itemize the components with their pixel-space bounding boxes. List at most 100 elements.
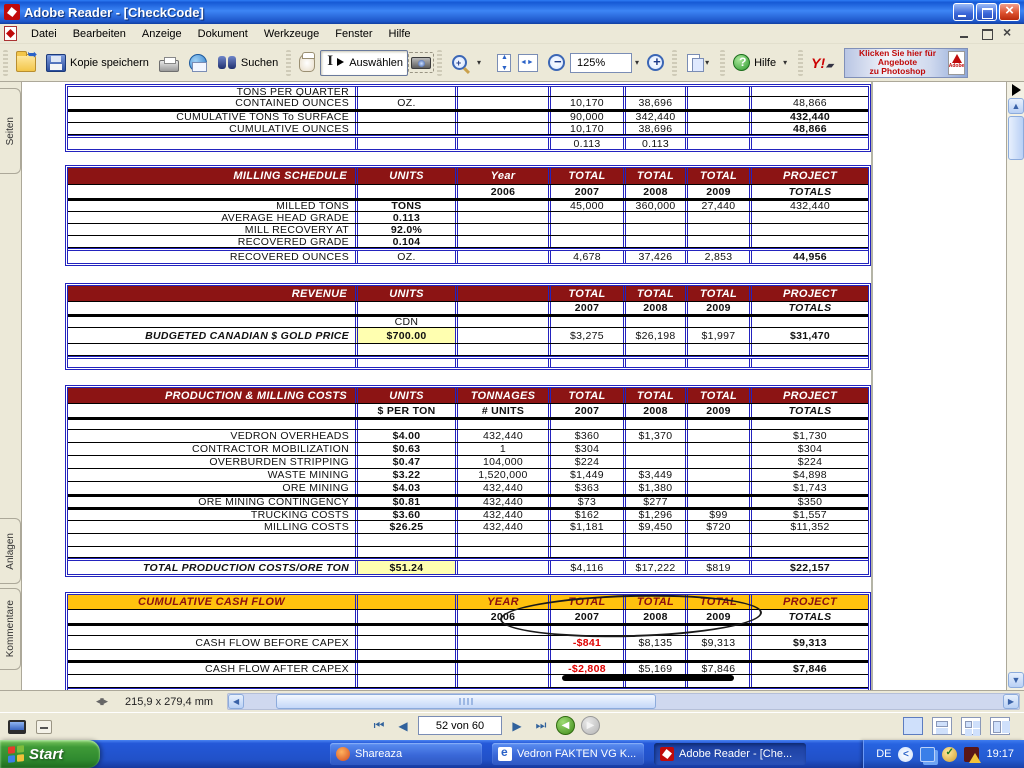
search-button[interactable]: Suchen bbox=[212, 50, 283, 76]
toolbar-grip[interactable] bbox=[672, 50, 677, 76]
production-costs-table-cell bbox=[455, 547, 548, 557]
toolbar-grip[interactable] bbox=[798, 50, 803, 76]
zoom-tool-button[interactable]: + ▾ bbox=[445, 50, 489, 76]
menu-werkzeuge[interactable]: Werkzeuge bbox=[256, 26, 327, 42]
horizontal-scroll-thumb[interactable] bbox=[276, 694, 656, 709]
zoom-dropdown-arrow[interactable]: ▾ bbox=[632, 58, 642, 67]
production-costs-table-cell: $720 bbox=[685, 521, 749, 533]
quarter-summary-table-cell bbox=[623, 87, 685, 96]
restore-button[interactable] bbox=[976, 3, 997, 21]
email-button[interactable] bbox=[184, 50, 212, 76]
yahoo-search-button[interactable]: Y! bbox=[806, 51, 838, 75]
milling-schedule-table-cell: MILL RECOVERY AT bbox=[68, 224, 355, 235]
first-page-button[interactable]: ⏮ bbox=[370, 717, 388, 735]
zoom-level-value: 125% bbox=[577, 57, 605, 69]
warning-tray-icon[interactable] bbox=[964, 747, 979, 762]
start-button[interactable]: Start bbox=[0, 740, 100, 768]
vertical-scrollbar[interactable]: ▲ ▼ bbox=[1006, 82, 1024, 690]
previous-page-button[interactable]: ◀ bbox=[394, 717, 412, 735]
page-display-button[interactable]: ▾ bbox=[680, 50, 717, 76]
continuous-facing-layout-button[interactable] bbox=[990, 717, 1010, 735]
menu-anzeige[interactable]: Anzeige bbox=[134, 26, 190, 42]
scroll-left-button[interactable]: ◀ bbox=[228, 694, 244, 709]
tray-expand-icon[interactable]: < bbox=[898, 747, 913, 762]
cumulative-cashflow-table-cell: -$2,808 bbox=[548, 663, 623, 674]
menu-datei[interactable]: Datei bbox=[23, 26, 65, 42]
pane-splitter-icon[interactable]: ◂▮▸ bbox=[96, 696, 107, 707]
single-page-layout-button[interactable] bbox=[903, 717, 923, 735]
close-button[interactable] bbox=[999, 3, 1020, 21]
taskbar-item-adobe-reader[interactable]: Adobe Reader - [Che... bbox=[654, 743, 806, 765]
page-number-input[interactable]: 52 von 60 bbox=[418, 716, 502, 735]
previous-view-button[interactable]: ◀ bbox=[556, 716, 575, 735]
toolbar-grip[interactable] bbox=[437, 50, 442, 76]
certificate-tray-icon[interactable] bbox=[942, 747, 957, 762]
scroll-up-button[interactable]: ▲ bbox=[1008, 98, 1024, 114]
menu-dokument[interactable]: Dokument bbox=[190, 26, 256, 42]
quarter-summary-table-cell bbox=[355, 138, 455, 149]
cumulative-cashflow-table-cell bbox=[68, 610, 355, 623]
open-button[interactable] bbox=[11, 50, 41, 76]
language-indicator[interactable]: DE bbox=[876, 748, 891, 760]
scroll-down-button[interactable]: ▼ bbox=[1008, 672, 1024, 688]
menu-bearbeiten[interactable]: Bearbeiten bbox=[65, 26, 134, 42]
photoshop-ad-banner[interactable]: Klicken Sie hier für Angebote zu Photosh… bbox=[844, 48, 968, 78]
menu-hilfe[interactable]: Hilfe bbox=[381, 26, 419, 42]
tab-kommentare[interactable]: Kommentare bbox=[0, 588, 21, 670]
milling-schedule-table-cell: 2007 bbox=[548, 185, 623, 198]
doc-minimize-button[interactable] bbox=[958, 27, 972, 40]
doc-restore-button[interactable] bbox=[980, 27, 994, 40]
horizontal-scrollbar[interactable]: ◀ ▶ bbox=[227, 693, 1020, 710]
continuous-layout-button[interactable] bbox=[932, 717, 952, 735]
fullscreen-icon[interactable] bbox=[8, 720, 26, 734]
doc-close-button[interactable] bbox=[1002, 27, 1016, 40]
vertical-scroll-thumb[interactable] bbox=[1008, 116, 1024, 160]
start-label: Start bbox=[29, 746, 63, 763]
menu-fenster[interactable]: Fenster bbox=[327, 26, 380, 42]
quarter-summary-table-cell bbox=[355, 123, 455, 134]
zoom-in-button[interactable] bbox=[642, 50, 669, 75]
tab-seiten[interactable]: Seiten bbox=[0, 88, 21, 174]
toolbar-grip[interactable] bbox=[3, 50, 8, 76]
print-button[interactable] bbox=[154, 53, 184, 73]
next-page-button[interactable]: ▶ bbox=[508, 717, 526, 735]
save-copy-button[interactable]: Kopie speichern bbox=[41, 50, 154, 76]
quarter-summary-table-cell: 38,696 bbox=[623, 123, 685, 134]
taskbar-item-shareaza[interactable]: Shareaza bbox=[330, 743, 482, 765]
tab-anlagen[interactable]: Anlagen bbox=[0, 518, 21, 584]
menu-bar: Datei Bearbeiten Anzeige Dokument Werkze… bbox=[0, 24, 1024, 44]
production-costs-table-cell: OVERBURDEN STRIPPING bbox=[68, 456, 355, 468]
taskbar-item-vedron[interactable]: Vedron FAKTEN VG K... bbox=[492, 743, 644, 765]
minimize-button[interactable] bbox=[953, 3, 974, 21]
help-button[interactable]: Hilfe ▾ bbox=[728, 50, 795, 75]
zoom-out-button[interactable] bbox=[543, 50, 570, 75]
network-tray-icon[interactable] bbox=[920, 747, 935, 762]
quarter-summary-table-cell: CUMULATIVE TONS To SURFACE bbox=[68, 112, 355, 122]
snapshot-button[interactable] bbox=[408, 52, 434, 73]
toolbar-grip[interactable] bbox=[286, 50, 291, 76]
task-label: Shareaza bbox=[355, 748, 402, 760]
next-view-button[interactable]: ▶ bbox=[581, 716, 600, 735]
toolbar-overflow-arrow-icon[interactable] bbox=[1012, 84, 1021, 96]
milling-schedule-table-cell bbox=[548, 224, 623, 235]
last-page-button[interactable]: ⏭ bbox=[532, 717, 550, 735]
quarter-summary-table-cell: TONS PER QUARTER bbox=[68, 87, 355, 96]
binoculars-icon bbox=[217, 54, 237, 72]
production-costs-table-cell bbox=[685, 469, 749, 481]
hand-tool-button[interactable] bbox=[294, 50, 320, 76]
quarter-summary-table-cell bbox=[455, 97, 548, 109]
facing-layout-button[interactable] bbox=[961, 717, 981, 735]
production-costs-table-cell bbox=[623, 547, 685, 557]
fit-width-button[interactable] bbox=[513, 50, 543, 76]
resize-window-icon[interactable] bbox=[36, 720, 52, 734]
fit-page-button[interactable] bbox=[489, 50, 513, 76]
toolbar-grip[interactable] bbox=[720, 50, 725, 76]
cumulative-cashflow-table-cell bbox=[355, 610, 455, 623]
production-costs-table-cell: 2009 bbox=[685, 404, 749, 417]
quarter-summary-table-cell bbox=[455, 87, 548, 96]
scroll-right-button[interactable]: ▶ bbox=[1003, 694, 1019, 709]
production-costs-table-cell bbox=[68, 404, 355, 417]
zoom-level-input[interactable]: 125% bbox=[570, 53, 632, 73]
revenue-table-cell: CDN bbox=[355, 317, 455, 327]
select-tool-button[interactable]: Auswählen bbox=[320, 50, 408, 76]
